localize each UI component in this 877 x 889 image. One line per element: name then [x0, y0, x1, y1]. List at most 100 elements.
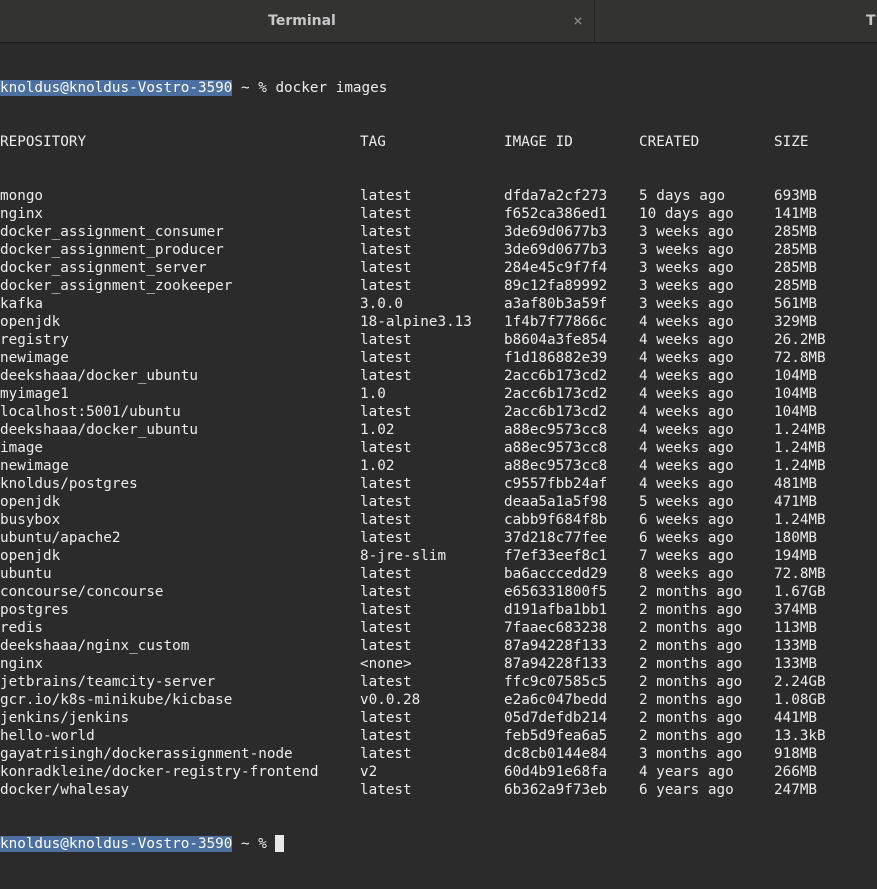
created-cell: 7 weeks ago	[639, 548, 734, 564]
prompt-symbol: ~ %	[232, 80, 276, 96]
table-row: ubuntu latest ba6acccedd29 8 weeks ago 72.8M…	[0, 565, 826, 583]
image-id-cell: f1d186882e39	[504, 350, 608, 366]
tag-cell: 18-alpine3.13	[360, 314, 472, 330]
table-row: konradkleine/docker-registry-frontend v2 6…	[0, 763, 817, 781]
table-row: myimage1 1.0 2acc6b173cd2 4 weeks ago 104MB	[0, 385, 817, 403]
size-cell: 374MB	[774, 602, 818, 618]
size-cell: 104MB	[774, 404, 818, 420]
size-cell: 329MB	[774, 314, 818, 330]
table-row: concourse/concourse latest e656331800f5 2 m…	[0, 583, 826, 601]
table-row: docker_assignment_consumer latest 3de69d06…	[0, 223, 817, 241]
image-id-cell: c9557fbb24af	[504, 476, 608, 492]
created-cell: 5 days ago	[639, 188, 726, 204]
created-cell: 4 weeks ago	[639, 350, 734, 366]
tag-cell: latest	[360, 746, 412, 762]
repository-cell: redis	[0, 620, 44, 636]
image-id-cell: a88ec9573cc8	[504, 440, 608, 456]
size-cell: 693MB	[774, 188, 818, 204]
repository-cell: konradkleine/docker-registry-frontend	[0, 764, 319, 780]
table-row: redis latest 7faaec683238 2 months ago 113MB	[0, 619, 817, 637]
created-cell: 4 weeks ago	[639, 422, 734, 438]
image-id-cell: f7ef33eef8c1	[504, 548, 608, 564]
repository-cell: docker/whalesay	[0, 782, 130, 798]
created-cell: 4 weeks ago	[639, 404, 734, 420]
image-id-cell: 87a94228f133	[504, 638, 608, 654]
repository-cell: jenkins/jenkins	[0, 710, 130, 726]
repository-cell: image	[0, 440, 44, 456]
size-cell: 1.24MB	[774, 458, 826, 474]
tag-cell: latest	[360, 620, 412, 636]
table-row: image latest a88ec9573cc8 4 weeks ago 1.24MB	[0, 439, 826, 457]
image-id-cell: cabb9f684f8b	[504, 512, 608, 528]
terminal-output[interactable]: knoldus@knoldus-Vostro-3590 ~ % docker i…	[0, 43, 877, 852]
table-row: gayatrisingh/dockerassignment-node latest…	[0, 745, 817, 763]
table-row: docker_assignment_zookeeper latest 89c12fa…	[0, 277, 817, 295]
table-row: nginx latest f652ca386ed1 10 days ago 141MB	[0, 205, 817, 223]
tag-cell: 3.0.0	[360, 296, 404, 312]
image-id-cell: ffc9c07585c5	[504, 674, 608, 690]
image-id-cell: 2acc6b173cd2	[504, 404, 608, 420]
table-row: docker_assignment_server latest 284e45c9f7…	[0, 259, 817, 277]
created-cell: 3 months ago	[639, 746, 743, 762]
size-cell: 104MB	[774, 386, 818, 402]
repository-cell: openjdk	[0, 494, 61, 510]
tag-cell: latest	[360, 260, 412, 276]
created-cell: 10 days ago	[639, 206, 734, 222]
repository-cell: mongo	[0, 188, 44, 204]
size-cell: 104MB	[774, 368, 818, 384]
table-row: openjdk 8-jre-slim f7ef33eef8c1 7 weeks ago…	[0, 547, 817, 565]
image-id-cell: dc8cb0144e84	[504, 746, 608, 762]
size-cell: 561MB	[774, 296, 818, 312]
repository-cell: docker_assignment_server	[0, 260, 207, 276]
repository-cell: ubuntu	[0, 566, 52, 582]
tag-cell: latest	[360, 494, 412, 510]
image-id-cell: 1f4b7f77866c	[504, 314, 608, 330]
tag-cell: 1.02	[360, 458, 395, 474]
tag-cell: latest	[360, 530, 412, 546]
table-row: docker_assignment_producer latest 3de69d06…	[0, 241, 817, 259]
table-row: deekshaaa/docker_ubuntu latest 2acc6b173cd…	[0, 367, 817, 385]
table-row: knoldus/postgres latest c9557fbb24af 4 week…	[0, 475, 817, 493]
table-row: ubuntu/apache2 latest 37d218c77fee 6 weeks …	[0, 529, 817, 547]
prompt-line: knoldus@knoldus-Vostro-3590 ~ %	[0, 835, 387, 853]
created-cell: 3 weeks ago	[639, 224, 734, 240]
size-cell: 471MB	[774, 494, 818, 510]
repository-cell: kafka	[0, 296, 44, 312]
created-cell: 2 months ago	[639, 656, 743, 672]
size-cell: 2.24GB	[774, 674, 826, 690]
table-row: deekshaaa/nginx_custom latest 87a94228f133…	[0, 637, 817, 655]
created-cell: 2 months ago	[639, 584, 743, 600]
created-cell: 2 months ago	[639, 674, 743, 690]
created-cell: 3 weeks ago	[639, 296, 734, 312]
table-row: busybox latest cabb9f684f8b 6 weeks ago 1.24…	[0, 511, 826, 529]
size-cell: 26.2MB	[774, 332, 826, 348]
size-cell: 180MB	[774, 530, 818, 546]
repository-cell: postgres	[0, 602, 69, 618]
repository-cell: nginx	[0, 656, 44, 672]
image-id-cell: d191afba1bb1	[504, 602, 608, 618]
tab-second-label: T	[866, 13, 876, 29]
repository-cell: openjdk	[0, 314, 61, 330]
image-id-cell: 3de69d0677b3	[504, 242, 608, 258]
table-row: jenkins/jenkins latest 05d7defdb214 2 month…	[0, 709, 817, 727]
repository-cell: hello-world	[0, 728, 95, 744]
size-cell: 285MB	[774, 260, 818, 276]
tab-terminal[interactable]: Terminal	[0, 0, 594, 42]
table-row: localhost:5001/ubuntu latest 2acc6b173cd2 4…	[0, 403, 817, 421]
size-cell: 918MB	[774, 746, 818, 762]
repository-cell: newimage	[0, 350, 69, 366]
image-id-cell: feb5d9fea6a5	[504, 728, 608, 744]
header-repository: REPOSITORY	[0, 134, 87, 150]
tab-close-icon[interactable]: ×	[570, 0, 586, 42]
created-cell: 6 weeks ago	[639, 512, 734, 528]
repository-cell: busybox	[0, 512, 61, 528]
size-cell: 72.8MB	[774, 350, 826, 366]
size-cell: 1.24MB	[774, 422, 826, 438]
created-cell: 2 months ago	[639, 710, 743, 726]
created-cell: 5 weeks ago	[639, 494, 734, 510]
created-cell: 2 months ago	[639, 602, 743, 618]
table-row: newimage 1.02 a88ec9573cc8 4 weeks ago 1.24M…	[0, 457, 826, 475]
image-id-cell: 6b362a9f73eb	[504, 782, 608, 798]
tab-second[interactable]: T	[866, 0, 877, 42]
image-id-cell: 05d7defdb214	[504, 710, 608, 726]
